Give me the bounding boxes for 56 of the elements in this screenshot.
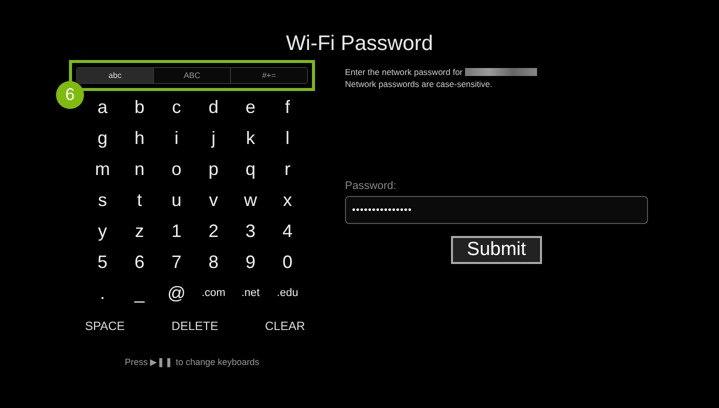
keyboard-tab[interactable]: #+= [230, 68, 307, 83]
keyboard-key[interactable]: w [232, 188, 269, 212]
keyboard-key[interactable]: u [158, 188, 195, 212]
keyboard-key[interactable]: 7 [158, 250, 195, 274]
keyboard-key[interactable]: 9 [232, 250, 269, 274]
keyboard-key[interactable]: l [269, 126, 306, 150]
keyboard-key[interactable]: j [195, 126, 232, 150]
keyboard-key[interactable]: d [195, 95, 232, 119]
keyboard-key[interactable]: .edu [269, 281, 306, 305]
keyboard-key[interactable]: SPACE [85, 319, 125, 333]
keyboard-key[interactable]: p [195, 157, 232, 181]
keyboard-key[interactable]: r [269, 157, 306, 181]
keyboard-key[interactable]: k [232, 126, 269, 150]
hint-text: Press ▶❚❚ to change keyboards [124, 357, 260, 367]
keyboard-key[interactable]: 5 [84, 250, 121, 274]
window-title: Wi-Fi Password [286, 32, 433, 56]
callout-badge: 6 [56, 81, 84, 109]
keyboard-key[interactable]: e [232, 95, 269, 119]
keyboard-key[interactable]: i [158, 126, 195, 150]
keyboard-key[interactable]: m [84, 157, 121, 181]
keyboard-key[interactable]: x [269, 188, 306, 212]
keyboard-key[interactable]: v [195, 188, 232, 212]
keyboard-key[interactable]: DELETE [172, 319, 218, 333]
keyboard-key[interactable]: g [84, 126, 121, 150]
password-field[interactable]: ••••••••••••••• [345, 196, 648, 224]
keyboard-key[interactable]: 1 [158, 219, 195, 243]
keyboard-key[interactable]: 8 [195, 250, 232, 274]
instruction-text: Enter the network password for [345, 66, 463, 78]
keyboard-key[interactable]: 6 [121, 250, 158, 274]
keyboard-key[interactable]: b [121, 95, 158, 119]
keyboard-key[interactable]: @ [158, 281, 195, 305]
keyboard-key[interactable]: CLEAR [264, 319, 305, 333]
keyboard-key[interactable]: f [269, 95, 306, 119]
keyboard-key[interactable]: 0 [269, 250, 306, 274]
keyboard-tab[interactable]: abc [77, 68, 153, 83]
keyboard-key[interactable]: .net [232, 281, 269, 305]
keyboard-key[interactable]: n [121, 157, 158, 181]
keyboard-key[interactable]: 2 [195, 219, 232, 243]
keyboard-key[interactable]: s [84, 188, 121, 212]
keyboard-key[interactable]: h [121, 126, 158, 150]
keyboard-key[interactable]: q [232, 157, 269, 181]
keyboard-key[interactable]: . [84, 281, 121, 305]
keyboard-key[interactable]: y [84, 219, 121, 243]
keyboard-key[interactable]: c [158, 95, 195, 119]
keyboard-key[interactable]: 4 [269, 219, 306, 243]
keyboard-key[interactable]: t [121, 188, 158, 212]
keyboard-key[interactable]: _ [121, 281, 158, 305]
keyboard-key[interactable]: z [121, 219, 158, 243]
submit-button[interactable]: Submit [450, 236, 542, 264]
instruction-text: Network passwords are case-sensitive. [345, 78, 492, 90]
keyboard-key[interactable]: 3 [232, 219, 269, 243]
keyboard-key[interactable]: a [84, 95, 121, 119]
password-label: Password: [345, 180, 398, 192]
keyboard-key[interactable]: .com [195, 281, 232, 305]
keyboard-key[interactable]: o [158, 157, 195, 181]
keyboard-tab[interactable]: ABC [153, 68, 230, 83]
